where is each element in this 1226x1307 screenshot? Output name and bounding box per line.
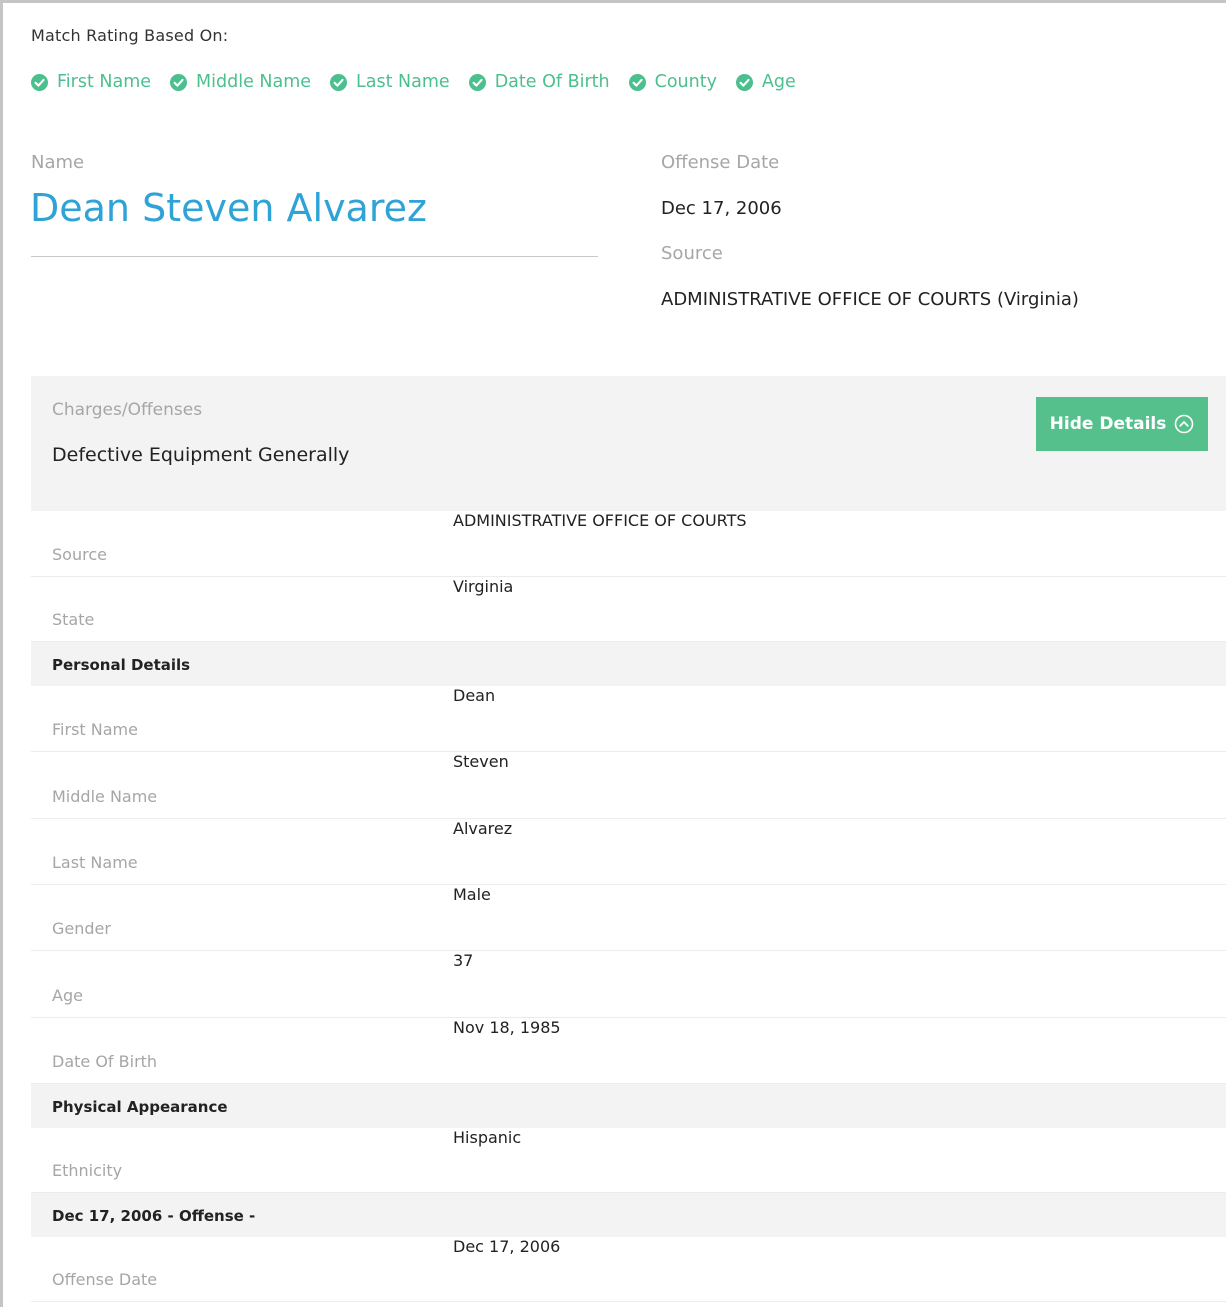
section-header: Personal Details bbox=[31, 642, 1226, 686]
detail-value: Virginia bbox=[453, 577, 514, 596]
check-circle-icon bbox=[170, 73, 188, 91]
section-header: Dec 17, 2006 - Offense - bbox=[31, 1193, 1226, 1237]
person-name: Dean Steven Alvarez bbox=[30, 186, 427, 230]
detail-label: Age bbox=[52, 986, 83, 1005]
match-criterion-label: Middle Name bbox=[196, 72, 312, 92]
detail-label: First Name bbox=[52, 720, 138, 739]
source-label: Source bbox=[661, 243, 723, 264]
match-criteria-list: First Name Middle Name Last Name Date Of… bbox=[31, 72, 815, 92]
chevron-up-circle-icon bbox=[1175, 414, 1194, 434]
check-circle-icon bbox=[735, 73, 753, 91]
detail-label: Last Name bbox=[52, 853, 138, 872]
detail-row: Gender Male bbox=[31, 885, 1226, 951]
match-criterion: County bbox=[628, 72, 717, 92]
detail-row: Date Of Birth Nov 18, 1985 bbox=[31, 1018, 1226, 1084]
match-criterion: Last Name bbox=[330, 72, 450, 92]
match-criterion: Middle Name bbox=[170, 72, 311, 92]
detail-label: Middle Name bbox=[52, 787, 158, 806]
detail-label: Date Of Birth bbox=[52, 1052, 158, 1071]
detail-value: 37 bbox=[453, 951, 474, 970]
charges-value: Defective Equipment Generally bbox=[52, 444, 350, 466]
name-label: Name bbox=[31, 152, 85, 173]
detail-label: Gender bbox=[52, 919, 111, 938]
detail-value: Dec 17, 2006 bbox=[453, 1237, 561, 1256]
detail-row: Last Name Alvarez bbox=[31, 819, 1226, 885]
section-title: Dec 17, 2006 - Offense - bbox=[52, 1207, 256, 1225]
offense-date-value: Dec 17, 2006 bbox=[661, 198, 782, 219]
detail-label: Source bbox=[52, 545, 107, 564]
match-criterion: Date Of Birth bbox=[468, 72, 610, 92]
detail-row: First Name Dean bbox=[31, 686, 1226, 752]
match-criterion-label: Last Name bbox=[356, 72, 450, 92]
details-table: Source ADMINISTRATIVE OFFICE OF COURTS S… bbox=[31, 511, 1226, 1302]
match-criterion-label: Date Of Birth bbox=[494, 72, 610, 92]
check-circle-icon bbox=[468, 73, 486, 91]
charges-header: Charges/Offenses Defective Equipment Gen… bbox=[31, 376, 1226, 511]
hide-details-button[interactable]: Hide Details bbox=[1036, 397, 1208, 451]
detail-row: Offense Date Dec 17, 2006 bbox=[31, 1237, 1226, 1302]
detail-row: Source ADMINISTRATIVE OFFICE OF COURTS bbox=[31, 511, 1226, 577]
detail-label: Ethnicity bbox=[52, 1161, 123, 1180]
source-value: ADMINISTRATIVE OFFICE OF COURTS (Virgini… bbox=[661, 289, 1079, 310]
check-circle-icon bbox=[31, 73, 48, 91]
detail-row: State Virginia bbox=[31, 577, 1226, 642]
detail-value: Alvarez bbox=[453, 819, 513, 838]
detail-value: ADMINISTRATIVE OFFICE OF COURTS bbox=[453, 511, 747, 530]
match-criterion: Age bbox=[735, 72, 796, 92]
section-header: Physical Appearance bbox=[31, 1084, 1226, 1128]
detail-value: Nov 18, 1985 bbox=[453, 1018, 561, 1037]
detail-row: Ethnicity Hispanic bbox=[31, 1128, 1226, 1193]
check-circle-icon bbox=[628, 73, 646, 91]
detail-value: Hispanic bbox=[453, 1128, 522, 1147]
detail-label: State bbox=[52, 610, 95, 629]
charges-label: Charges/Offenses bbox=[52, 400, 203, 420]
match-criterion-label: Age bbox=[761, 72, 796, 92]
detail-value: Male bbox=[453, 885, 491, 904]
match-rating-title: Match Rating Based On: bbox=[31, 26, 229, 45]
detail-value: Dean bbox=[453, 686, 496, 705]
section-title: Personal Details bbox=[52, 656, 191, 674]
match-criterion-label: First Name bbox=[57, 72, 152, 92]
match-criterion: First Name bbox=[31, 72, 151, 92]
detail-row: Age 37 bbox=[31, 951, 1226, 1018]
detail-value: Steven bbox=[453, 752, 509, 771]
detail-label: Offense Date bbox=[52, 1270, 158, 1289]
divider bbox=[31, 256, 598, 257]
check-circle-icon bbox=[330, 73, 348, 91]
detail-row: Middle Name Steven bbox=[31, 752, 1226, 819]
hide-details-label: Hide Details bbox=[1049, 414, 1167, 434]
section-title: Physical Appearance bbox=[52, 1098, 228, 1116]
match-criterion-label: County bbox=[654, 72, 717, 92]
offense-date-label: Offense Date bbox=[661, 152, 780, 173]
